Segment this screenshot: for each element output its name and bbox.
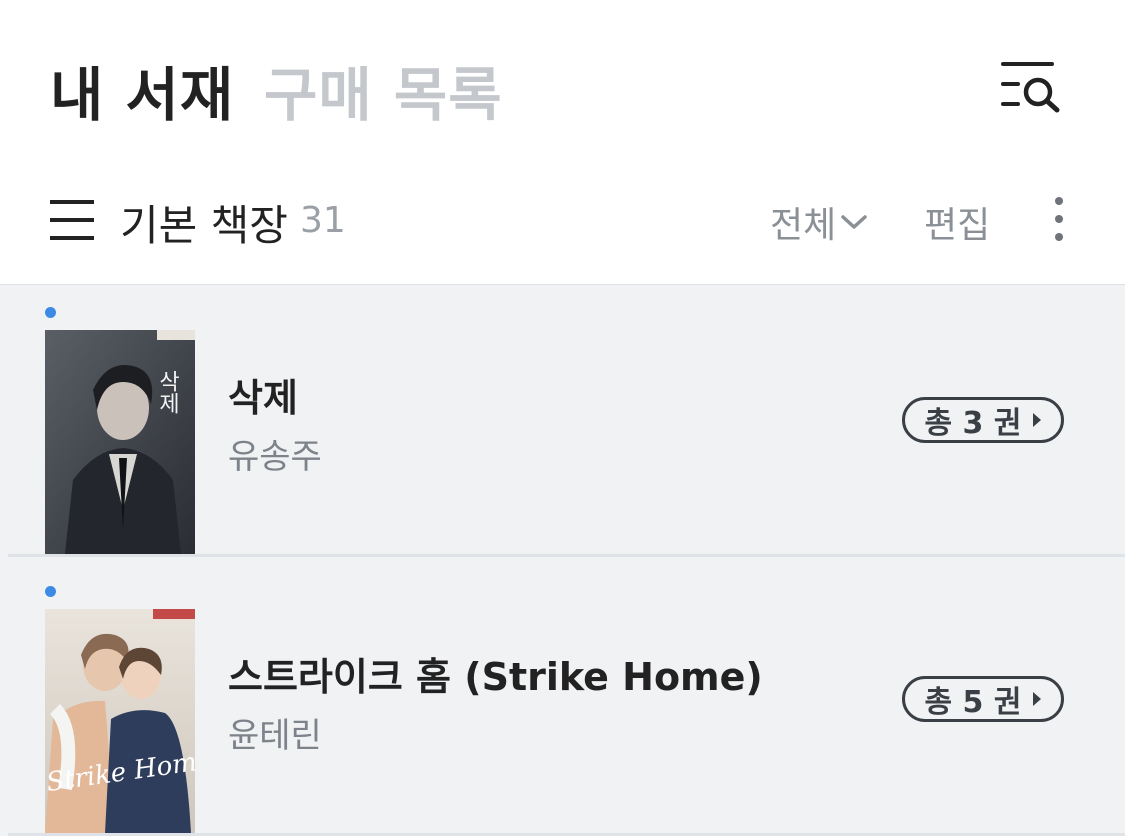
cover-title-text: 삭제 <box>155 370 180 414</box>
book-cover: Strike Home <box>45 609 195 833</box>
book-author: 윤테린 <box>228 716 322 756</box>
volume-count-label: 총 3 권 <box>924 406 1022 441</box>
new-indicator-dot <box>45 586 56 597</box>
shelf-count: 31 <box>300 200 346 241</box>
volume-count-button[interactable]: 총 3 권 <box>902 397 1064 443</box>
shelf-title: 기본 책장 <box>120 201 288 250</box>
list-search-button[interactable] <box>998 56 1064 116</box>
book-author: 유송주 <box>228 437 322 477</box>
new-indicator-dot <box>45 307 56 318</box>
filter-dropdown[interactable]: 전체 <box>770 196 868 248</box>
tab-purchase-list[interactable]: 구매 목록 <box>264 48 503 132</box>
divider <box>8 554 1125 557</box>
triangle-right-icon <box>1033 413 1042 427</box>
tab-my-library[interactable]: 내 서재 <box>50 48 234 132</box>
shelf-toolbar: 기본 책장 31 전체 편집 <box>0 170 1125 284</box>
list-item[interactable]: Strike Home 스트라이크 홈 (Strike Home) 윤테린 총 … <box>0 564 1125 836</box>
list-search-icon <box>1001 62 1060 113</box>
book-title: 스트라이크 홈 (Strike Home) <box>228 655 763 699</box>
hamburger-icon <box>50 200 94 240</box>
book-list: 삭제 삭제 유송주 총 3 권 Strike Home 스트라이크 홈 (Str… <box>0 284 1125 836</box>
edit-button[interactable]: 편집 <box>924 196 990 248</box>
volume-count-button[interactable]: 총 5 권 <box>902 676 1064 722</box>
more-options-button[interactable] <box>1046 194 1072 244</box>
triangle-right-icon <box>1033 692 1042 706</box>
header: 내 서재 구매 목록 <box>0 0 1125 170</box>
shelf-menu-button[interactable] <box>48 196 96 244</box>
library-screen: 내 서재 구매 목록 기본 책장 31 전체 편집 삭제 삭제 유송주 총 3 … <box>0 0 1125 836</box>
list-item[interactable]: 삭제 삭제 유송주 총 3 권 <box>0 285 1125 557</box>
chevron-down-icon <box>841 215 867 229</box>
book-title: 삭제 <box>228 376 298 420</box>
more-vertical-icon <box>1055 197 1063 241</box>
book-cover: 삭제 <box>45 330 195 554</box>
volume-count-label: 총 5 권 <box>924 685 1022 720</box>
filter-label: 전체 <box>770 205 837 246</box>
